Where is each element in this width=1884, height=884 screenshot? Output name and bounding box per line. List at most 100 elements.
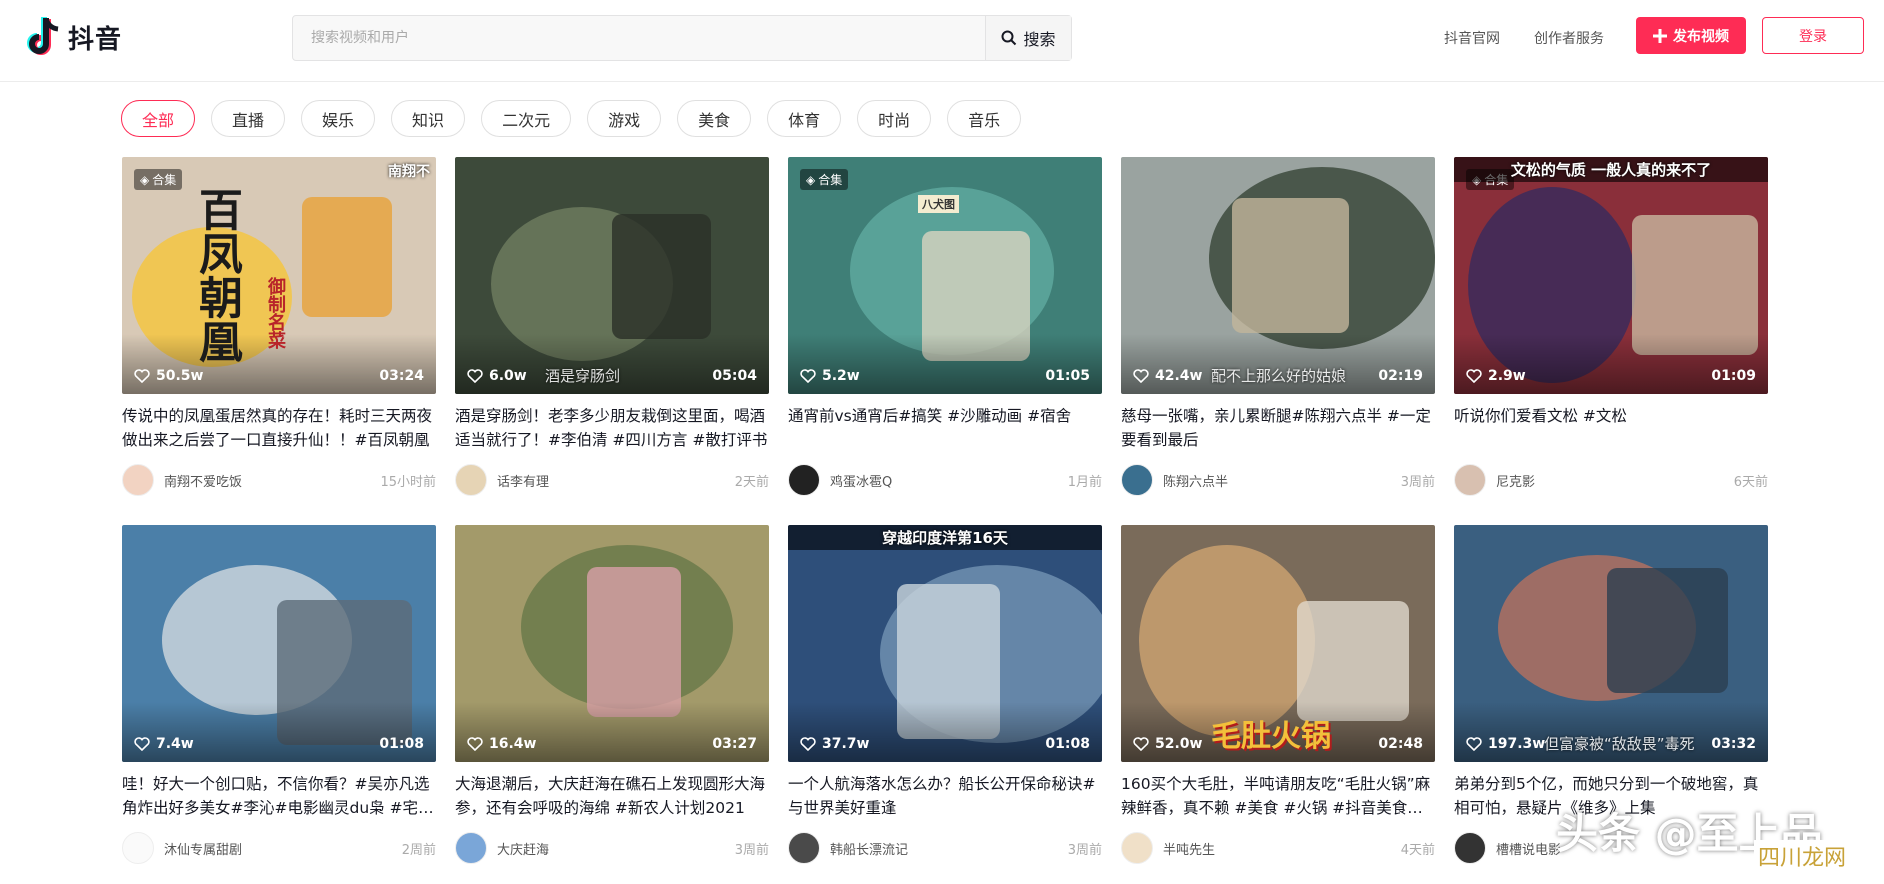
- video-thumbnail[interactable]: 穿越印度洋第16天 37.7w 01:08: [788, 525, 1102, 762]
- like-count-value: 197.3w: [1488, 736, 1546, 752]
- video-title[interactable]: 听说你们爱看文松 #文松: [1454, 404, 1768, 452]
- author-name[interactable]: 沐仙专属甜剧: [164, 839, 402, 858]
- video-thumbnail[interactable]: 酒是穿肠剑 6.0w 05:04: [455, 157, 769, 394]
- video-card-wine-sword[interactable]: 酒是穿肠剑 6.0w 05:04 酒是穿肠剑！老李多少朋友栽倒这里面，喝酒适当就…: [455, 157, 769, 496]
- thumbnail-caption: 但富豪被“敌敌畏”毒死: [1544, 735, 1695, 753]
- category-chip-sports[interactable]: 体育: [767, 100, 842, 137]
- video-thumbnail[interactable]: ◈ 合集 南翔不 百凤朝凰 御制名菜 50.5w 03:24: [122, 157, 436, 394]
- video-meta: 大庆赶海 3周前: [455, 832, 769, 864]
- plus-icon: [1653, 28, 1667, 43]
- like-count-value: 37.7w: [822, 736, 870, 752]
- author-name[interactable]: 话李有理: [497, 471, 735, 490]
- video-card-allnighter-cartoon[interactable]: ◈ 合集 八犬图 5.2w 01:05 通宵前vs通宵后#搞笑 #沙雕动画 #宿舍…: [788, 157, 1102, 496]
- video-thumbnail[interactable]: 16.4w 03:27: [455, 525, 769, 762]
- author-avatar[interactable]: [1454, 464, 1486, 496]
- upload-video-label: 发布视频: [1673, 28, 1729, 45]
- category-chip-fashion[interactable]: 时尚: [857, 100, 932, 137]
- thumbnail-caption: 南翔不: [388, 164, 430, 180]
- video-title[interactable]: 通宵前vs通宵后#搞笑 #沙雕动画 #宿舍: [788, 404, 1102, 452]
- thumbnail-gradient: [455, 702, 769, 762]
- author-avatar[interactable]: [455, 464, 487, 496]
- category-chip-entertainment[interactable]: 娱乐: [301, 100, 376, 137]
- heart-icon: [1133, 369, 1149, 383]
- like-count-value: 42.4w: [1155, 368, 1203, 384]
- nav-creator-link[interactable]: 创作者服务: [1534, 28, 1604, 48]
- video-duration: 01:08: [1045, 736, 1090, 752]
- category-chip-music[interactable]: 音乐: [947, 100, 1022, 137]
- video-card-band-aid[interactable]: 7.4w 01:08 哇！好大一个创口贴，不信你看？#吴亦凡选角炸出好多美女#李…: [122, 525, 436, 864]
- thumbnail-caption-secondary: 百凤朝凰: [191, 187, 242, 363]
- video-title[interactable]: 酒是穿肠剑！老李多少朋友栽倒这里面，喝酒适当就行了！#李伯清 #四川方言 #散打…: [455, 404, 769, 452]
- like-count: 16.4w: [467, 736, 536, 752]
- like-count: 7.4w: [134, 736, 194, 752]
- heart-icon: [1466, 737, 1482, 751]
- video-thumbnail[interactable]: ◈合集 文松的气质 一般人真的来不了 2.9w 01:09: [1454, 157, 1768, 394]
- heart-icon: [134, 737, 150, 751]
- author-avatar[interactable]: [122, 464, 154, 496]
- thumbnail-gradient: [788, 702, 1102, 762]
- nav-official-link[interactable]: 抖音官网: [1444, 28, 1500, 48]
- category-chip-food[interactable]: 美食: [677, 100, 752, 137]
- douyin-logo[interactable]: 抖音: [26, 16, 122, 58]
- author-name[interactable]: 鸡蛋冰雹Q: [830, 471, 1068, 490]
- login-button[interactable]: 登录: [1762, 17, 1864, 54]
- video-meta: 沐仙专属甜剧 2周前: [122, 832, 436, 864]
- collection-badge-label: 合集: [152, 173, 177, 187]
- video-duration: 02:19: [1378, 368, 1423, 384]
- heart-icon: [1466, 369, 1482, 383]
- author-name[interactable]: 南翔不爱吃饭: [164, 471, 380, 490]
- video-card-sea-cucumber[interactable]: 16.4w 03:27 大海退潮后，大庆赶海在礁石上发现圆形大海参，还有会呼吸的…: [455, 525, 769, 864]
- video-card-sailing[interactable]: 穿越印度洋第16天 37.7w 01:08 一个人航海落水怎么办？船长公开保命秘…: [788, 525, 1102, 864]
- video-thumbnail[interactable]: ◈ 合集 八犬图 5.2w 01:05: [788, 157, 1102, 394]
- search-bar: 搜索: [292, 15, 1072, 61]
- video-card-hotpot[interactable]: 毛肚火锅 52.0w 02:48 160买个大毛肚，半吨请朋友吃“毛肚火锅”麻辣…: [1121, 525, 1435, 864]
- author-avatar[interactable]: [1454, 832, 1486, 864]
- video-title[interactable]: 慈母一张嘴，亲儿累断腿#陈翔六点半 #一定要看到最后: [1121, 404, 1435, 452]
- author-avatar[interactable]: [788, 464, 820, 496]
- author-name[interactable]: 大庆赶海: [497, 839, 735, 858]
- author-avatar[interactable]: [1121, 464, 1153, 496]
- category-chip-anime[interactable]: 二次元: [481, 100, 572, 137]
- video-thumbnail[interactable]: 毛肚火锅 52.0w 02:48: [1121, 525, 1435, 762]
- author-avatar[interactable]: [1121, 832, 1153, 864]
- author-avatar[interactable]: [455, 832, 487, 864]
- video-title[interactable]: 160买个大毛肚，半吨请朋友吃“毛肚火锅”麻辣鲜香，真不赖 #美食 #火锅 #抖…: [1121, 772, 1435, 820]
- author-name[interactable]: 陈翔六点半: [1163, 471, 1401, 490]
- video-title[interactable]: 哇！好大一个创口贴，不信你看？#吴亦凡选角炸出好多美女#李沁#电影幽灵du枭 #…: [122, 772, 436, 820]
- post-time: 1月前: [1067, 474, 1102, 490]
- like-count-value: 7.4w: [156, 736, 194, 752]
- author-name[interactable]: 尼克影: [1496, 471, 1734, 490]
- video-title[interactable]: 传说中的凤凰蛋居然真的存在！耗时三天两夜做出来之后尝了一口直接升仙！！#百凤朝凰: [122, 404, 436, 452]
- video-duration: 05:04: [712, 368, 757, 384]
- video-thumbnail[interactable]: 配不上那么好的姑娘 42.4w 02:19: [1121, 157, 1435, 394]
- author-name[interactable]: 半吨先生: [1163, 839, 1401, 858]
- like-count: 6.0w: [467, 368, 527, 384]
- top-header: 抖音 搜索 抖音官网 创作者服务 发布视频 登录: [0, 0, 1884, 82]
- like-count-value: 52.0w: [1155, 736, 1203, 752]
- like-count: 50.5w: [134, 368, 203, 384]
- video-title[interactable]: 大海退潮后，大庆赶海在礁石上发现圆形大海参，还有会呼吸的海绵 #新农人计划202…: [455, 772, 769, 820]
- category-chip-games[interactable]: 游戏: [587, 100, 662, 137]
- video-meta: 话李有理 2天前: [455, 464, 769, 496]
- author-name[interactable]: 韩船长漂流记: [830, 839, 1068, 858]
- video-title[interactable]: 一个人航海落水怎么办？船长公开保命秘诀#与世界美好重逢: [788, 772, 1102, 820]
- thumbnail-caption: 八犬图: [918, 195, 959, 213]
- category-chip-knowledge[interactable]: 知识: [391, 100, 466, 137]
- video-meta: 半吨先生 4天前: [1121, 832, 1435, 864]
- category-chip-all[interactable]: 全部: [121, 100, 196, 137]
- search-icon: [1001, 30, 1017, 46]
- video-thumbnail[interactable]: 7.4w 01:08: [122, 525, 436, 762]
- video-card-mother-phone[interactable]: 配不上那么好的姑娘 42.4w 02:19 慈母一张嘴，亲儿累断腿#陈翔六点半 …: [1121, 157, 1435, 496]
- like-count-value: 2.9w: [1488, 368, 1526, 384]
- category-chip-live[interactable]: 直播: [211, 100, 286, 137]
- author-avatar[interactable]: [122, 832, 154, 864]
- video-thumbnail[interactable]: 但富豪被“敌敌畏”毒死 197.3w 03:32: [1454, 525, 1768, 762]
- author-avatar[interactable]: [788, 832, 820, 864]
- upload-video-button[interactable]: 发布视频: [1636, 17, 1746, 54]
- search-input[interactable]: [293, 16, 985, 60]
- video-meta: 陈翔六点半 3周前: [1121, 464, 1435, 496]
- video-card-wensong[interactable]: ◈合集 文松的气质 一般人真的来不了 2.9w 01:09 听说你们爱看文松 #…: [1454, 157, 1768, 496]
- video-card-phoenix-egg[interactable]: ◈ 合集 南翔不 百凤朝凰 御制名菜 50.5w 03:24 传说中的凤凰蛋居然真…: [122, 157, 436, 496]
- video-meta: 南翔不爱吃饭 15小时前: [122, 464, 436, 496]
- search-button[interactable]: 搜索: [985, 16, 1071, 60]
